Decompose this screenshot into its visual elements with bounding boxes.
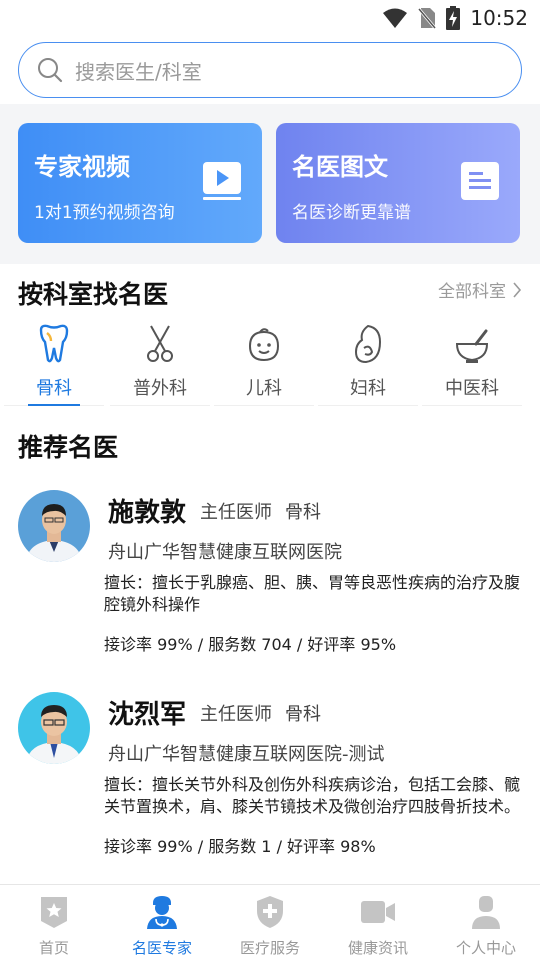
all-departments-label: 全部科室 <box>438 282 506 302</box>
doctor-dept: 骨科 <box>285 704 321 725</box>
video-consult-card[interactable]: 专家视频 1对1预约视频咨询 <box>18 123 262 243</box>
status-icons: 10:52 <box>382 6 528 30</box>
department-tabs: 骨科 普外科 儿科 妇科 中医科 <box>0 320 540 410</box>
home-star-icon <box>41 897 67 928</box>
dept-general-surgery[interactable]: 普外科 <box>110 320 210 406</box>
dept-orthopedics[interactable]: 骨科 <box>4 320 104 406</box>
dept-label: 骨科 <box>36 378 72 399</box>
status-time: 10:52 <box>470 6 528 30</box>
tab-label: 首页 <box>38 939 69 957</box>
department-header: 按科室找名医 全部科室 <box>18 275 522 311</box>
dept-label: 妇科 <box>350 378 386 399</box>
avatar <box>18 692 90 764</box>
dept-pediatrics[interactable]: 儿科 <box>214 320 314 406</box>
section-title: 按科室找名医 <box>18 280 169 309</box>
dept-gynecology[interactable]: 妇科 <box>318 320 418 406</box>
tab-label: 名医专家 <box>131 939 192 957</box>
tab-home[interactable]: 首页 <box>0 885 108 960</box>
doctor-stats: 接诊率 99% / 服务数 704 / 好评率 95% <box>104 635 397 654</box>
search-placeholder: 搜索医生/科室 <box>75 59 202 84</box>
tab-profile[interactable]: 个人中心 <box>432 885 540 960</box>
shield-plus-icon <box>257 896 283 928</box>
all-departments-link[interactable]: 全部科室 <box>438 277 522 302</box>
tab-label: 个人中心 <box>455 939 516 957</box>
text-consult-card[interactable]: 名医图文 名医诊断更靠谱 <box>276 123 520 243</box>
search-icon <box>38 58 63 83</box>
video-camera-icon <box>361 901 395 923</box>
tooth-bone-icon <box>39 324 69 363</box>
pregnancy-icon <box>354 324 382 364</box>
wifi-icon <box>383 8 408 28</box>
doctor-photo-icon <box>18 490 90 562</box>
tab-medical-services[interactable]: 医疗服务 <box>216 885 324 960</box>
doctor-icon <box>147 896 177 929</box>
chevron-right-icon <box>513 281 522 298</box>
doctor-name: 施敦敦 <box>108 498 187 528</box>
document-icon <box>461 162 499 200</box>
doctor-title: 主任医师 <box>200 502 272 523</box>
dept-label: 中医科 <box>445 378 499 399</box>
video-play-icon <box>203 162 241 200</box>
doctor-photo-icon <box>18 692 90 764</box>
doctor-skill: 擅长：擅长于乳腺癌、胆、胰、胃等良恶性疾病的治疗及腹腔镜外科操作 <box>104 573 521 614</box>
card-subtitle: 名医诊断更靠谱 <box>292 203 411 223</box>
doctor-card[interactable]: 施敦敦 主任医师 骨科 舟山广华智慧健康互联网医院 擅长：擅长于乳腺癌、胆、胰、… <box>0 488 540 668</box>
tab-doctors[interactable]: 名医专家 <box>108 885 216 960</box>
bottom-tab-bar: 首页 名医专家 医疗服务 健康资讯 个人中心 <box>0 884 540 960</box>
card-subtitle: 1对1预约视频咨询 <box>34 203 175 223</box>
person-icon <box>472 896 500 929</box>
tab-label: 医疗服务 <box>239 939 300 957</box>
battery-charging-icon <box>446 6 461 30</box>
doctor-hospital: 舟山广华智慧健康互联网医院-测试 <box>108 744 385 765</box>
doctor-name: 沈烈军 <box>108 700 187 730</box>
search-input[interactable]: 搜索医生/科室 <box>18 42 522 98</box>
doctor-title: 主任医师 <box>200 704 272 725</box>
recommend-title: 推荐名医 <box>18 433 119 462</box>
avatar <box>18 490 90 562</box>
mortar-pestle-icon <box>455 329 489 363</box>
baby-face-icon <box>248 328 280 362</box>
dept-label: 儿科 <box>246 378 282 399</box>
dept-label: 普外科 <box>133 378 187 399</box>
tab-label: 健康资讯 <box>347 939 408 957</box>
doctor-stats: 接诊率 99% / 服务数 1 / 好评率 98% <box>104 837 376 856</box>
dept-tcm[interactable]: 中医科 <box>422 320 522 406</box>
doctor-card[interactable]: 沈烈军 主任医师 骨科 舟山广华智慧健康互联网医院-测试 擅长：擅长关节外科及创… <box>0 690 540 870</box>
tab-health-news[interactable]: 健康资讯 <box>324 885 432 960</box>
no-sim-icon <box>418 8 437 29</box>
doctor-skill: 擅长：擅长关节外科及创伤外科疾病诊治，包括工会膝、髋关节置换术，肩、膝关节镜技术… <box>104 775 521 816</box>
status-bar: 10:52 <box>0 0 540 36</box>
doctor-hospital: 舟山广华智慧健康互联网医院 <box>108 542 342 563</box>
doctor-dept: 骨科 <box>285 502 321 523</box>
scissors-icon <box>147 325 173 362</box>
